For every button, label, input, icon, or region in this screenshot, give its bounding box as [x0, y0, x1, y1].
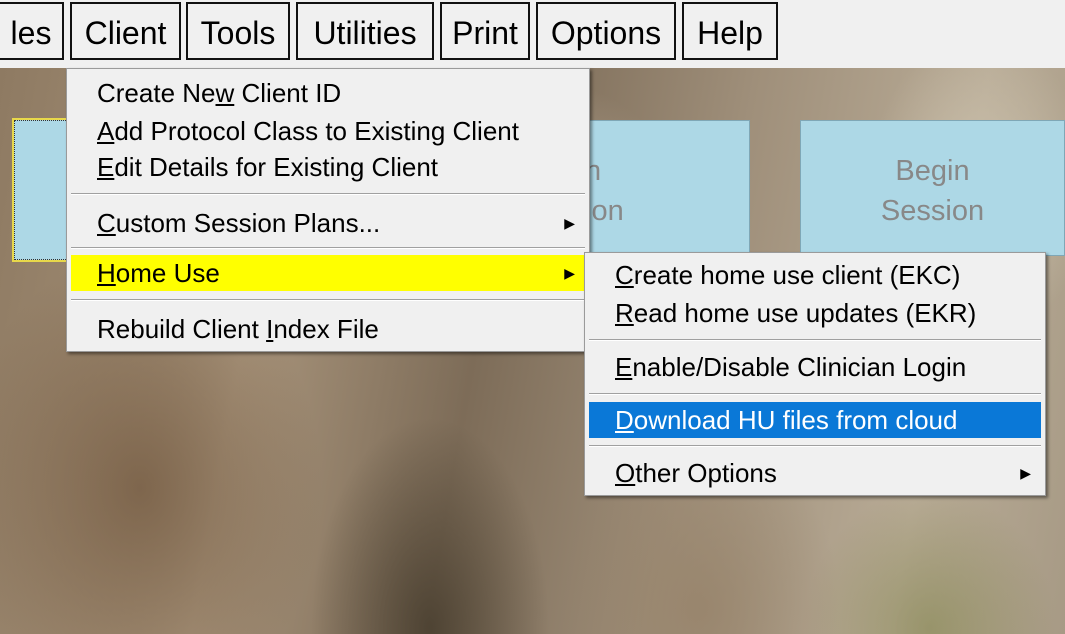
- menu-options[interactable]: Options: [536, 2, 676, 60]
- item-mnemonic: O: [615, 458, 636, 488]
- menu-files[interactable]: les: [0, 2, 64, 60]
- item-text-post: nable/Disable Clinician Login: [632, 352, 967, 382]
- menu-item-custom-session-plans[interactable]: Custom Session Plans... ▶: [71, 205, 585, 241]
- submenu-arrow-icon: ▶: [564, 215, 575, 231]
- menu-item-add-protocol-class[interactable]: Add Protocol Class to Existing Client: [71, 113, 585, 149]
- item-text-post: Client ID: [234, 78, 342, 108]
- menu-client[interactable]: Client: [70, 2, 181, 60]
- item-text-post: dit Details for Existing Client: [114, 152, 439, 182]
- menu-separator: [71, 193, 585, 195]
- menu-separator: [71, 299, 585, 301]
- item-mnemonic: R: [615, 298, 634, 328]
- menu-item-rebuild-client-index[interactable]: Rebuild Client Index File: [71, 311, 585, 347]
- menu-separator: [589, 445, 1041, 447]
- tile-line-1: n: [585, 155, 602, 187]
- menu-tools[interactable]: Tools: [186, 2, 290, 60]
- menu-bar: les Client Tools Utilities Print Options…: [0, 0, 1065, 68]
- item-mnemonic: E: [97, 152, 115, 182]
- item-text-post: ead home use updates (EKR): [633, 298, 977, 328]
- menu-item-download-hu-files[interactable]: Download HU files from cloud: [589, 402, 1041, 438]
- item-text-post: dd Protocol Class to Existing Client: [114, 116, 519, 146]
- item-text-post: ustom Session Plans...: [115, 208, 381, 238]
- client-menu: Create New Client ID Add Protocol Class …: [66, 68, 590, 352]
- item-text-pre: Rebuild Client: [97, 314, 267, 344]
- menu-utilities[interactable]: Utilities: [296, 2, 434, 60]
- menu-separator: [589, 393, 1041, 395]
- menu-item-create-home-use-client[interactable]: Create home use client (EKC): [589, 257, 1041, 293]
- item-mnemonic: C: [97, 208, 116, 238]
- tile-line-2: Session: [880, 195, 985, 227]
- menu-item-edit-details[interactable]: Edit Details for Existing Client: [71, 149, 585, 185]
- menu-item-enable-disable-clinician-login[interactable]: Enable/Disable Clinician Login: [589, 349, 1041, 385]
- tile-line-1: Begin: [895, 155, 970, 187]
- menu-help[interactable]: Help: [682, 2, 778, 60]
- home-use-submenu: Create home use client (EKC) Read home u…: [584, 252, 1046, 496]
- item-text-post: ther Options: [635, 458, 777, 488]
- item-text-post: ownload HU files from cloud: [633, 405, 958, 435]
- item-mnemonic: A: [97, 116, 115, 146]
- menu-item-read-home-use-updates[interactable]: Read home use updates (EKR): [589, 295, 1041, 331]
- menu-item-create-new-client-id[interactable]: Create New Client ID: [71, 75, 585, 111]
- menu-print[interactable]: Print: [440, 2, 530, 60]
- item-mnemonic: D: [615, 405, 634, 435]
- item-text-post: ome Use: [115, 258, 220, 288]
- item-text-post: reate home use client (EKC): [633, 260, 961, 290]
- menu-item-home-use[interactable]: Home Use ▶: [71, 255, 585, 291]
- menu-separator: [589, 339, 1041, 341]
- item-mnemonic: C: [615, 260, 634, 290]
- menu-item-other-options[interactable]: Other Options ▶: [589, 455, 1041, 491]
- tile-line-2: ion: [585, 195, 624, 227]
- submenu-arrow-icon: ▶: [564, 265, 575, 281]
- item-mnemonic: E: [615, 352, 633, 382]
- item-mnemonic: w: [215, 78, 235, 108]
- menu-separator: [71, 247, 585, 249]
- item-text-post: ndex File: [273, 314, 379, 344]
- item-mnemonic: H: [97, 258, 116, 288]
- tile-begin-session[interactable]: Begin Session: [800, 120, 1065, 256]
- item-text-pre: Create Ne: [97, 78, 216, 108]
- submenu-arrow-icon: ▶: [1020, 465, 1031, 481]
